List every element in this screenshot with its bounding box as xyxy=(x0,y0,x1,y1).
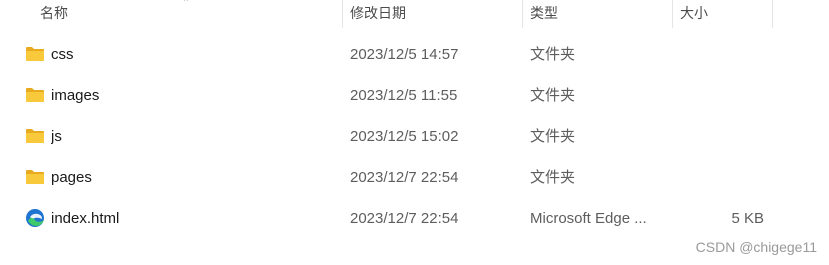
folder-icon xyxy=(26,88,44,102)
column-header-date[interactable]: 修改日期 xyxy=(344,0,522,28)
folder-icon xyxy=(26,170,44,184)
file-date: 2023/12/7 22:54 xyxy=(350,210,459,227)
file-name: css xyxy=(51,46,74,63)
file-type: 文件夹 xyxy=(530,46,576,63)
file-size xyxy=(676,75,764,116)
file-size xyxy=(676,34,764,75)
column-divider[interactable] xyxy=(672,0,673,28)
folder-icon xyxy=(26,129,44,143)
file-type: Microsoft Edge ... xyxy=(530,210,647,227)
file-date: 2023/12/5 15:02 xyxy=(350,128,459,145)
file-size: 5 KB xyxy=(731,210,764,227)
file-row[interactable]: index.html 2023/12/7 22:54 Microsoft Edg… xyxy=(0,198,829,239)
column-header-size[interactable]: 大小 xyxy=(674,0,772,28)
column-divider[interactable] xyxy=(522,0,523,28)
file-row[interactable]: images 2023/12/5 11:55 文件夹 xyxy=(0,75,829,116)
folder-icon xyxy=(26,47,44,61)
file-date: 2023/12/7 22:54 xyxy=(350,169,459,186)
file-list: css 2023/12/5 14:57 文件夹 images 2023/12/5… xyxy=(0,34,829,239)
file-name: pages xyxy=(51,169,92,186)
file-size xyxy=(676,157,764,198)
file-type: 文件夹 xyxy=(530,87,576,104)
file-type: 文件夹 xyxy=(530,169,576,186)
column-divider[interactable] xyxy=(772,0,773,28)
column-header-bar: 名称 ⌃ 修改日期 类型 大小 xyxy=(0,0,829,28)
edge-html-icon xyxy=(26,209,44,227)
column-header-type[interactable]: 类型 xyxy=(524,0,674,28)
file-name: js xyxy=(51,128,62,145)
file-explorer: 名称 ⌃ 修改日期 类型 大小 css 2023/12/5 14:57 文件夹 … xyxy=(0,0,829,265)
column-divider[interactable] xyxy=(342,0,343,28)
sort-up-icon: ⌃ xyxy=(182,0,190,7)
file-name: index.html xyxy=(51,210,120,227)
file-row[interactable]: js 2023/12/5 15:02 文件夹 xyxy=(0,116,829,157)
file-date: 2023/12/5 11:55 xyxy=(350,87,458,104)
file-type: 文件夹 xyxy=(530,128,576,145)
file-name: images xyxy=(51,87,100,104)
file-date: 2023/12/5 14:57 xyxy=(350,46,459,63)
watermark: CSDN @chigege11 xyxy=(695,239,817,255)
file-row[interactable]: css 2023/12/5 14:57 文件夹 xyxy=(0,34,829,75)
file-size xyxy=(676,116,764,157)
file-row[interactable]: pages 2023/12/7 22:54 文件夹 xyxy=(0,157,829,198)
